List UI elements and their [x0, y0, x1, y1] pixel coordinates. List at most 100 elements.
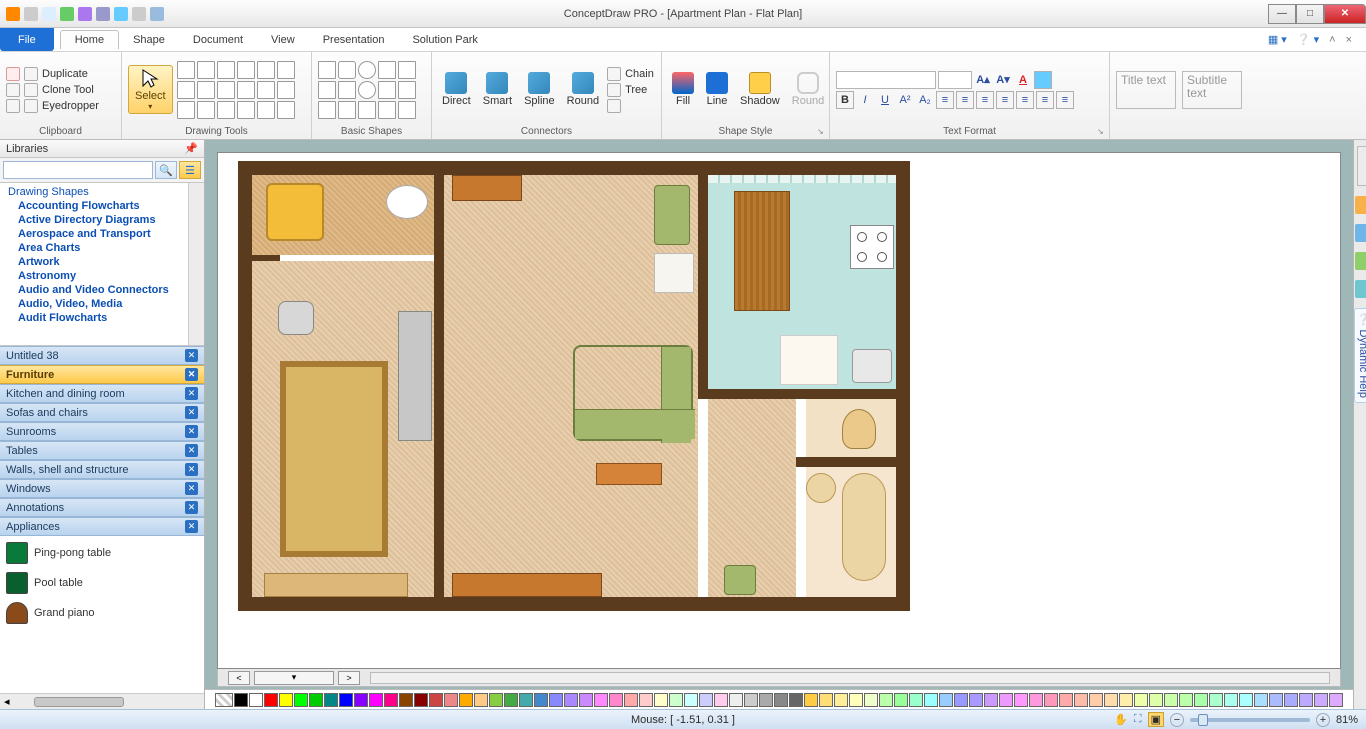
quick-access-toolbar[interactable]: [0, 7, 170, 21]
color-swatch[interactable]: [489, 693, 503, 707]
color-swatch[interactable]: [1179, 693, 1193, 707]
basic-shapes-grid[interactable]: [318, 61, 416, 119]
chevron-up-icon[interactable]: ˄: [1329, 34, 1335, 46]
library-view-button[interactable]: ☰: [179, 161, 201, 179]
library-item[interactable]: Ping-pong table: [4, 538, 200, 568]
connector-more-button[interactable]: [607, 99, 654, 113]
shrink-font-icon[interactable]: A▾: [994, 71, 1012, 89]
color-swatch[interactable]: [324, 693, 338, 707]
color-swatch[interactable]: [1209, 693, 1223, 707]
tree-scrollbar[interactable]: [188, 183, 204, 345]
color-swatch[interactable]: [339, 693, 353, 707]
color-swatch[interactable]: [1194, 693, 1208, 707]
line-button[interactable]: Line: [702, 70, 732, 109]
tab-next-button[interactable]: >: [338, 671, 360, 685]
color-swatch[interactable]: [819, 693, 833, 707]
font-size-selector[interactable]: [938, 71, 972, 89]
title-text-placeholder[interactable]: Title text: [1116, 71, 1176, 109]
color-swatch[interactable]: [654, 693, 668, 707]
color-swatch[interactable]: [519, 693, 533, 707]
color-swatch[interactable]: [699, 693, 713, 707]
color-swatch[interactable]: [609, 693, 623, 707]
close-category-icon[interactable]: ✕: [185, 349, 198, 362]
color-swatch[interactable]: [309, 693, 323, 707]
color-swatch[interactable]: [789, 693, 803, 707]
color-swatch[interactable]: [414, 693, 428, 707]
color-swatch[interactable]: [849, 693, 863, 707]
file-tab[interactable]: File: [0, 28, 54, 51]
color-swatch[interactable]: [279, 693, 293, 707]
tree-item[interactable]: Area Charts: [4, 241, 200, 255]
tree-item[interactable]: Active Directory Diagrams: [4, 213, 200, 227]
color-swatch[interactable]: [594, 693, 608, 707]
align-left-button[interactable]: ≡: [936, 91, 954, 109]
qa-icon-1[interactable]: [6, 7, 20, 21]
qa-icon-3[interactable]: [42, 7, 56, 21]
color-swatch[interactable]: [1284, 693, 1298, 707]
hand-tool-icon[interactable]: ✋: [1114, 713, 1128, 726]
color-swatch[interactable]: [759, 693, 773, 707]
color-swatch[interactable]: [969, 693, 983, 707]
library-tree[interactable]: Drawing Shapes Accounting Flowcharts Act…: [0, 182, 204, 346]
color-swatch[interactable]: [564, 693, 578, 707]
page-tabs[interactable]: < ▾ >: [217, 669, 1341, 687]
color-swatch[interactable]: [1149, 693, 1163, 707]
tab-prev-button[interactable]: <: [228, 671, 250, 685]
tree-item[interactable]: Audio, Video, Media: [4, 297, 200, 311]
color-swatch[interactable]: [369, 693, 383, 707]
library-category[interactable]: Windows✕: [0, 479, 204, 498]
close-category-icon[interactable]: ✕: [185, 425, 198, 438]
text-format-launcher-icon[interactable]: ↘: [1097, 127, 1107, 137]
text-direction-button[interactable]: ≡: [1056, 91, 1074, 109]
close-category-icon[interactable]: ✕: [185, 520, 198, 533]
color-swatch[interactable]: [249, 693, 263, 707]
select-tool-button[interactable]: Select ▾: [128, 65, 173, 114]
dynamic-help-tab[interactable]: ❔ Dynamic Help: [1354, 308, 1366, 403]
color-swatch[interactable]: [579, 693, 593, 707]
color-swatch[interactable]: [264, 693, 278, 707]
fit-page-icon[interactable]: ▣: [1148, 712, 1164, 727]
color-palette[interactable]: [205, 689, 1353, 709]
qa-icon-8[interactable]: [132, 7, 146, 21]
fill-button[interactable]: Fill: [668, 70, 698, 109]
color-swatch[interactable]: [1329, 693, 1343, 707]
qa-icon-4[interactable]: [60, 7, 74, 21]
color-swatch[interactable]: [1254, 693, 1268, 707]
connector-tree-button[interactable]: Tree: [607, 83, 654, 97]
tab-presentation[interactable]: Presentation: [309, 31, 399, 49]
zoom-area-icon[interactable]: ⛶: [1134, 713, 1142, 726]
superscript-button[interactable]: A²: [896, 91, 914, 109]
color-swatch[interactable]: [1269, 693, 1283, 707]
zoom-out-button[interactable]: −: [1170, 713, 1184, 727]
paste-icon[interactable]: [6, 67, 20, 81]
no-color-swatch[interactable]: [215, 693, 233, 707]
mdi-close-icon[interactable]: ×: [1346, 34, 1352, 46]
color-swatch[interactable]: [1314, 693, 1328, 707]
panel-icon-3[interactable]: [1355, 252, 1366, 270]
color-swatch[interactable]: [1059, 693, 1073, 707]
color-swatch[interactable]: [1029, 693, 1043, 707]
color-swatch[interactable]: [1224, 693, 1238, 707]
color-swatch[interactable]: [924, 693, 938, 707]
qa-icon-5[interactable]: [78, 7, 92, 21]
color-swatch[interactable]: [549, 693, 563, 707]
library-item[interactable]: Grand piano: [4, 598, 200, 628]
library-category[interactable]: Walls, shell and structure✕: [0, 460, 204, 479]
pin-icon[interactable]: 📌: [184, 142, 198, 155]
library-category[interactable]: Kitchen and dining room✕: [0, 384, 204, 403]
color-swatch[interactable]: [534, 693, 548, 707]
color-swatch[interactable]: [909, 693, 923, 707]
align-top-button[interactable]: ≡: [996, 91, 1014, 109]
color-swatch[interactable]: [624, 693, 638, 707]
align-middle-button[interactable]: ≡: [1016, 91, 1034, 109]
round-corner-button[interactable]: Round: [788, 70, 828, 109]
library-category[interactable]: Sofas and chairs✕: [0, 403, 204, 422]
panel-icon-2[interactable]: [1355, 224, 1366, 242]
zoom-slider[interactable]: [1190, 718, 1310, 722]
highlight-icon[interactable]: [1034, 71, 1052, 89]
color-swatch[interactable]: [639, 693, 653, 707]
color-swatch[interactable]: [1089, 693, 1103, 707]
maximize-button[interactable]: □: [1296, 4, 1324, 24]
qa-icon-2[interactable]: [24, 7, 38, 21]
color-swatch[interactable]: [669, 693, 683, 707]
